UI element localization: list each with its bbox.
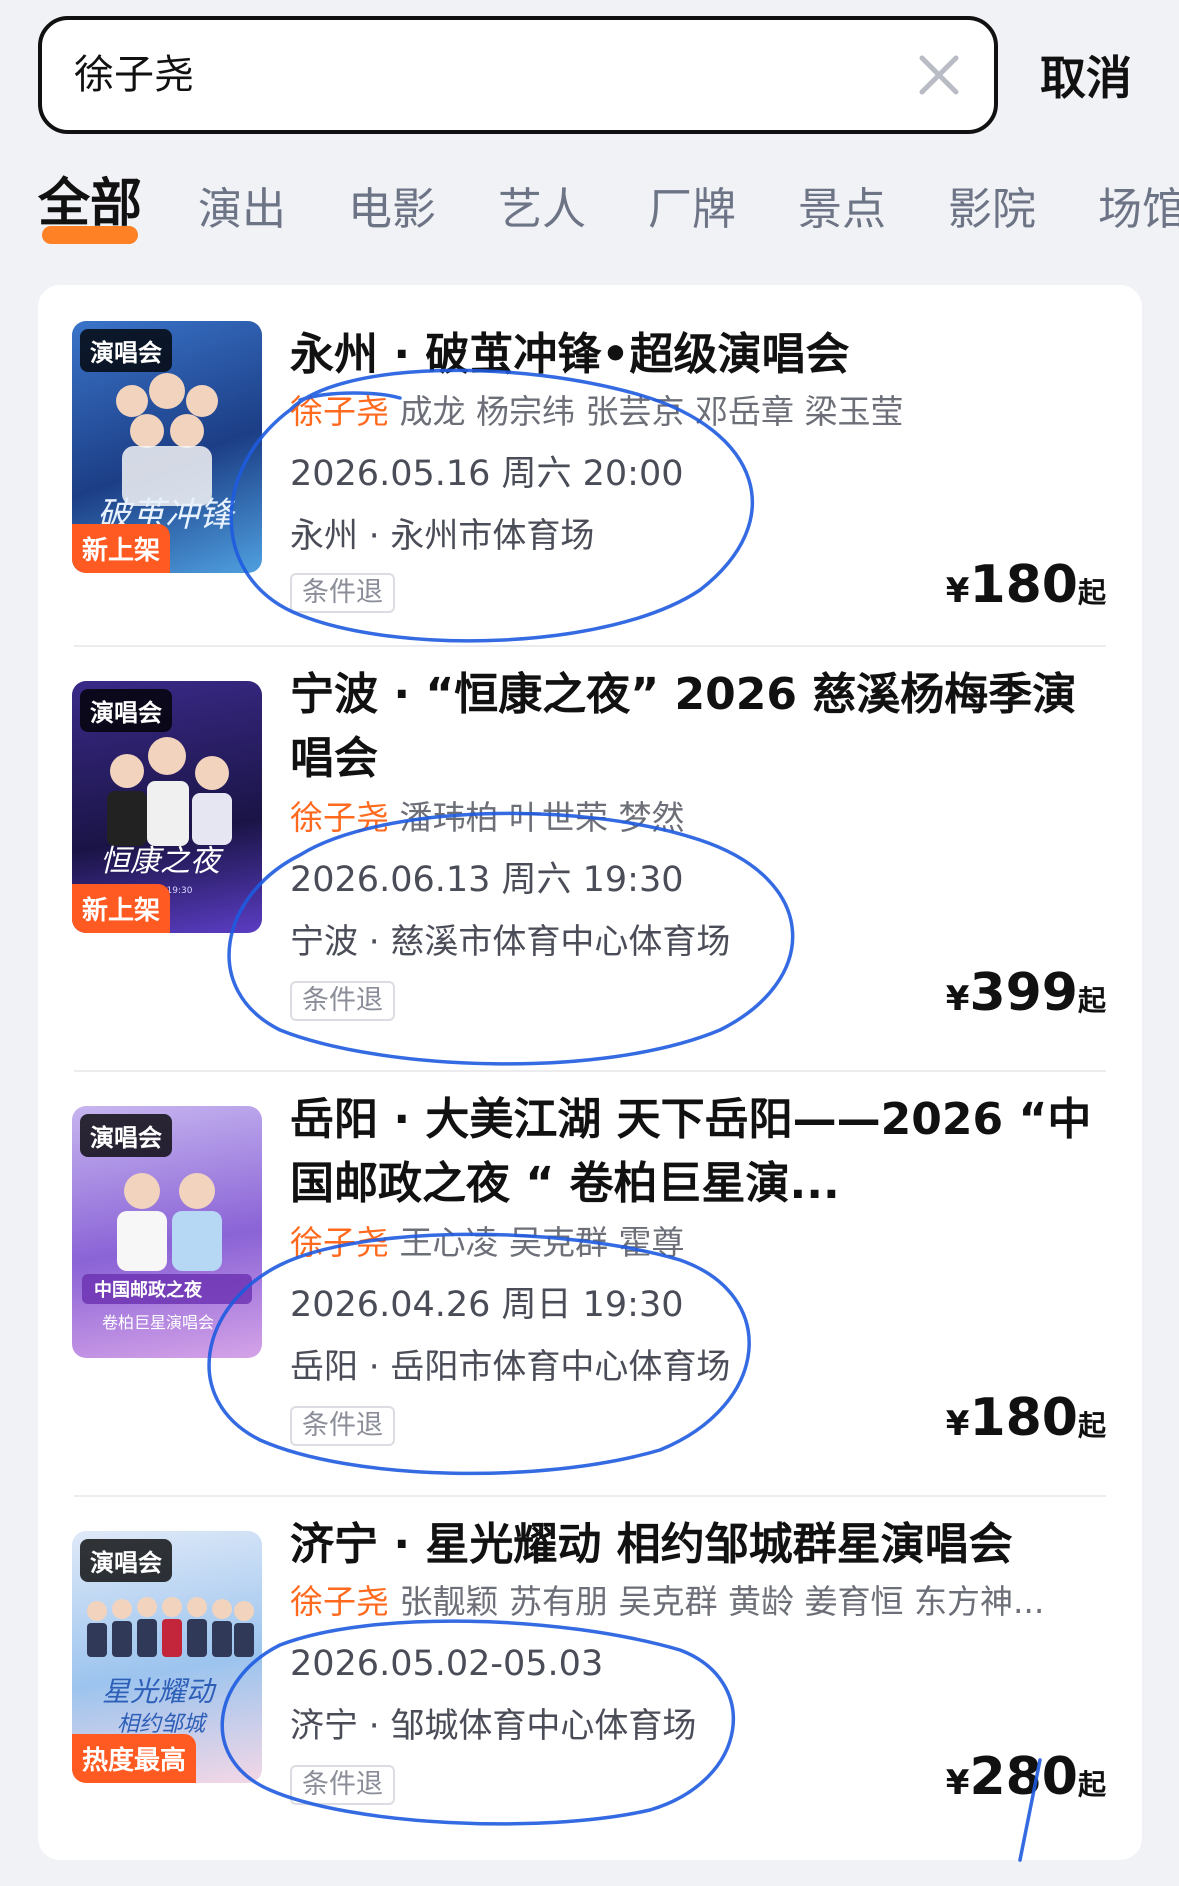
svg-text:中国邮政之夜: 中国邮政之夜 bbox=[94, 1279, 203, 1301]
tab-all[interactable]: 全部 bbox=[38, 174, 142, 234]
search-row: 徐子尧 取消 bbox=[0, 0, 1179, 150]
tab-artists[interactable]: 艺人 bbox=[498, 180, 586, 240]
divider bbox=[74, 645, 1106, 647]
svg-text:恒康之夜: 恒康之夜 bbox=[100, 844, 224, 879]
cancel-button[interactable]: 取消 bbox=[1040, 48, 1132, 108]
artist-list: 潘玮柏 叶世荣 梦然 bbox=[389, 798, 685, 837]
event-price: ¥280起 bbox=[945, 1747, 1106, 1807]
event-venue: 宁波 · 慈溪市体育中心体育场 bbox=[290, 922, 731, 962]
tab-movies[interactable]: 电影 bbox=[348, 180, 436, 240]
event-date: 2026.05.16 周六 20:00 bbox=[290, 454, 684, 494]
event-price: ¥399起 bbox=[945, 963, 1106, 1023]
event-venue: 济宁 · 邹城体育中心体育场 bbox=[290, 1706, 697, 1746]
event-artists: 徐子尧 潘玮柏 叶世荣 梦然 bbox=[290, 795, 1120, 841]
category-tag: 演唱会 bbox=[80, 689, 172, 732]
results-card: 破茧冲锋 演唱会 新上架 永州 · 破茧冲锋•超级演唱会 徐子尧 成龙 杨宗纬 … bbox=[38, 285, 1142, 1860]
tab-shows[interactable]: 演出 bbox=[198, 180, 286, 240]
event-title: 济宁 · 星光耀动 相约邹城群星演唱会 bbox=[290, 1519, 1013, 1570]
event-date: 2026.04.26 周日 19:30 bbox=[290, 1285, 684, 1325]
event-date: 2026.05.02-05.03 bbox=[290, 1644, 604, 1684]
artist-highlight: 徐子尧 bbox=[290, 1582, 389, 1621]
artist-list: 王心凌 吴克群 霍尊 bbox=[389, 1223, 685, 1262]
event-date: 2026.06.13 周六 19:30 bbox=[290, 860, 684, 900]
event-artists: 徐子尧 成龙 杨宗纬 张芸京 邓岳章 梁玉莹 bbox=[290, 389, 1120, 435]
svg-text:卷柏巨星演唱会: 卷柏巨星演唱会 bbox=[102, 1313, 214, 1332]
clear-icon[interactable] bbox=[914, 50, 964, 100]
status-badge: 新上架 bbox=[72, 884, 171, 933]
event-title: 宁波 · “恒康之夜” 2026 慈溪杨梅季演唱会 bbox=[290, 669, 1077, 784]
event-title: 永州 · 破茧冲锋•超级演唱会 bbox=[290, 329, 850, 380]
divider bbox=[74, 1070, 1106, 1072]
event-poster[interactable]: 中国邮政之夜 卷柏巨星演唱会 演唱会 bbox=[72, 1106, 262, 1358]
tab-labels[interactable]: 厂牌 bbox=[648, 180, 736, 240]
tab-attractions[interactable]: 景点 bbox=[798, 180, 886, 240]
refund-tag: 条件退 bbox=[290, 1406, 395, 1446]
refund-tag: 条件退 bbox=[290, 573, 395, 613]
event-venue: 永州 · 永州市体育场 bbox=[290, 516, 595, 556]
event-artists: 徐子尧 张靓颖 苏有朋 吴克群 黄龄 姜育恒 东方神... bbox=[290, 1579, 1120, 1625]
tab-cinemas[interactable]: 影院 bbox=[948, 180, 1036, 240]
artist-highlight: 徐子尧 bbox=[290, 392, 389, 431]
event-price: ¥180起 bbox=[945, 1388, 1106, 1448]
event-price: ¥180起 bbox=[945, 555, 1106, 615]
status-badge: 新上架 bbox=[72, 524, 171, 573]
tab-venues[interactable]: 场馆 bbox=[1098, 180, 1179, 240]
svg-text:星光耀动: 星光耀动 bbox=[102, 1675, 217, 1708]
refund-tag: 条件退 bbox=[290, 981, 395, 1021]
event-artists: 徐子尧 王心凌 吴克群 霍尊 bbox=[290, 1220, 1120, 1266]
event-title: 岳阳 · 大美江湖 天下岳阳——2026 “中国邮政之夜 “ 卷柏巨星演... bbox=[290, 1094, 1092, 1209]
status-badge: 热度最高 bbox=[72, 1734, 197, 1783]
event-poster[interactable]: 破茧冲锋 演唱会 新上架 bbox=[72, 321, 262, 573]
category-tag: 演唱会 bbox=[80, 329, 172, 372]
category-tag: 演唱会 bbox=[80, 1114, 172, 1157]
event-poster[interactable]: 恒康之夜 2026.6.13 | 19:30 演唱会 新上架 bbox=[72, 681, 262, 933]
category-tag: 演唱会 bbox=[80, 1539, 172, 1582]
event-poster[interactable]: 星光耀动 相约邹城 演唱会 热度最高 bbox=[72, 1531, 262, 1783]
artist-list: 成龙 杨宗纬 张芸京 邓岳章 梁玉莹 bbox=[389, 392, 904, 431]
search-query-text: 徐子尧 bbox=[74, 52, 194, 98]
refund-tag: 条件退 bbox=[290, 1765, 395, 1805]
artist-list: 张靓颖 苏有朋 吴克群 黄龄 姜育恒 东方神... bbox=[389, 1582, 1045, 1621]
artist-highlight: 徐子尧 bbox=[290, 798, 389, 837]
category-tabs: 全部 演出 电影 艺人 厂牌 景点 影院 场馆 bbox=[0, 170, 1179, 260]
divider bbox=[74, 1495, 1106, 1497]
search-input[interactable]: 徐子尧 bbox=[38, 16, 998, 134]
event-venue: 岳阳 · 岳阳市体育中心体育场 bbox=[290, 1347, 731, 1387]
artist-highlight: 徐子尧 bbox=[290, 1223, 389, 1262]
